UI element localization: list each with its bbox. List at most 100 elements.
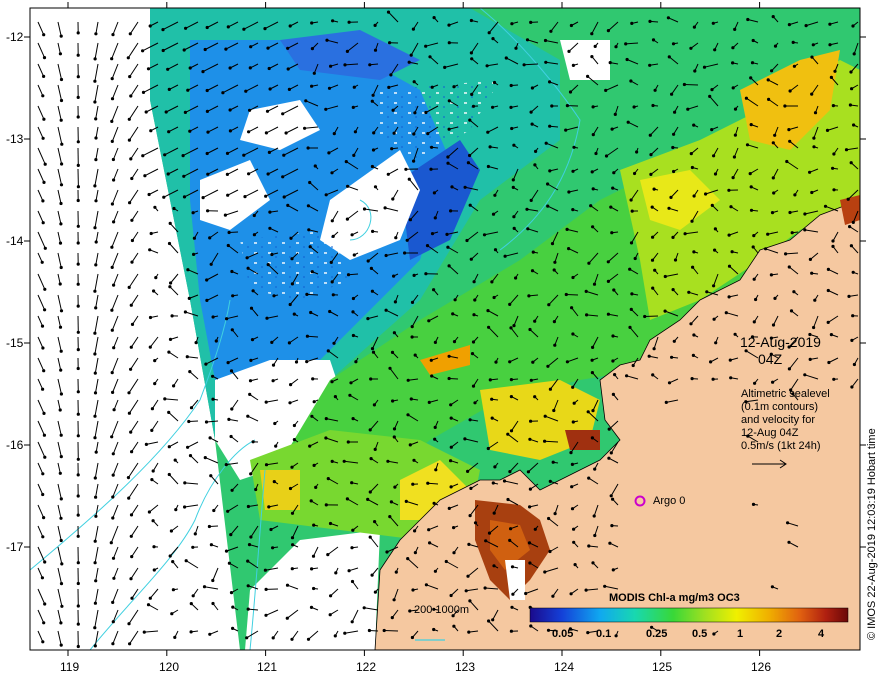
velocity-arrow-head [189,406,194,410]
velocity-arrow-head [488,378,492,382]
velocity-arrow-head [76,304,80,308]
velocity-arrow-head [185,355,189,359]
velocity-arrow-head [468,153,472,158]
velocity-arrow-head [833,69,837,73]
velocity-arrow-head [492,564,496,568]
velocity-arrow-head [41,221,45,225]
velocity-arrow-head [128,201,132,205]
velocity-arrow-head [149,231,153,236]
velocity-arrow-head [383,206,387,210]
velocity-arrow-head [449,403,453,407]
velocity-arrow-head [59,392,64,396]
velocity-arrow-head [433,216,437,220]
velocity-arrow-head [286,67,290,71]
velocity-arrow-head [648,63,652,67]
info-line: and velocity for [741,414,815,426]
velocity-arrow-head [94,136,98,140]
velocity-arrow-head [570,507,575,511]
velocity-arrow-head [147,510,151,514]
velocity-arrow-head [329,594,333,598]
velocity-arrow-head [471,384,476,388]
velocity-arrow-head [366,259,370,263]
velocity-arrow-head [281,175,285,179]
velocity-arrow-head [591,409,595,413]
velocity-arrow-head [130,238,134,243]
velocity-arrow-head [306,637,311,641]
velocity-arrow-head [408,218,412,222]
velocity-arrow-head [41,346,45,350]
velocity-arrow-head [310,414,314,418]
velocity-arrow-head [369,266,373,270]
velocity-arrow-head [773,44,778,48]
velocity-arrow-head [828,43,832,47]
velocity-arrow-head [76,473,80,477]
velocity-arrow-head [111,157,115,162]
velocity-arrow-head [372,131,376,135]
velocity-arrow-head [530,269,535,273]
velocity-arrow-head [59,118,63,122]
velocity-arrow-head [226,25,230,29]
velocity-arrow-head [770,69,774,73]
velocity-arrow-head [41,199,45,203]
velocity-arrow-head [251,440,255,444]
velocity-arrow-head [447,354,451,358]
velocity-arrow-head [205,298,209,302]
velocity-arrow-head [612,288,616,292]
velocity-arrow-head [290,282,294,286]
velocity-arrow-head [731,86,735,90]
velocity-arrow-head [310,84,314,88]
velocity-arrow-head [225,151,230,155]
velocity-arrow-head [351,105,355,109]
velocity-arrow-head [393,300,397,304]
velocity-arrow-head [305,334,309,338]
velocity-arrow-head [691,265,695,269]
argo-label: Argo 0 [653,495,686,507]
velocity-arrow-head [611,497,615,501]
velocity-arrow-head [188,129,192,133]
velocity-arrow-head [346,440,350,444]
velocity-arrow-head [412,458,416,462]
velocity-arrow-head [391,197,395,201]
velocity-arrow-head [59,497,63,501]
velocity-arrow-head [43,455,47,459]
velocity-arrow-head [766,232,770,236]
velocity-arrow-head [528,487,533,491]
velocity-arrow-head [613,373,617,377]
velocity-arrow-head [271,546,275,550]
velocity-arrow-head [509,326,513,330]
velocity-arrow-head [606,279,611,283]
velocity-arrow-head [144,110,148,114]
velocity-arrow-head [94,240,98,244]
velocity-arrow-head [591,345,595,349]
velocity-arrow-head [143,174,147,178]
velocity-arrow-head [469,486,473,490]
velocity-arrow-head [404,167,408,171]
velocity-arrow-head [205,88,209,93]
velocity-arrow-head [242,27,246,31]
velocity-arrow-head [150,478,154,482]
velocity-arrow-head [94,450,98,454]
velocity-arrow-head [803,373,807,377]
velocity-arrow-head [205,25,209,30]
velocity-arrow-head [788,210,792,215]
velocity-arrow-head [384,253,388,258]
velocity-arrow-head [812,136,816,140]
velocity-arrow-head [329,260,333,264]
velocity-arrow-head [749,208,754,212]
coastal-high-chl [260,470,300,510]
velocity-arrow-head [183,481,187,485]
velocity-arrow-head [252,213,256,218]
velocity-arrow-head [58,282,62,286]
velocity-arrow-head [129,345,133,349]
velocity-arrow-head [43,162,47,166]
velocity-arrow-head [693,69,697,73]
velocity-arrow-head [433,425,437,429]
velocity-arrow-head [526,227,530,231]
velocity-arrow-head [205,151,209,156]
velocity-arrow-head [370,99,374,103]
velocity-arrow-head [673,110,677,114]
velocity-arrow-head [345,217,349,221]
velocity-arrow-head [308,444,312,448]
velocity-arrow-head [348,393,352,397]
velocity-arrow-head [449,416,453,420]
